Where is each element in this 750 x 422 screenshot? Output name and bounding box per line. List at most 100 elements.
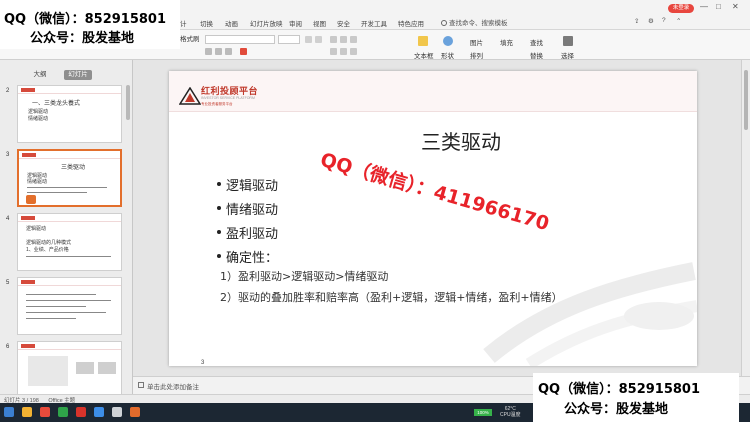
canvas-scroll-thumb[interactable] [744, 70, 748, 130]
menu-item-animation[interactable]: 动画 [225, 18, 238, 28]
numbering-icon[interactable] [340, 36, 347, 43]
grow-font-icon[interactable] [305, 36, 312, 43]
app-icon[interactable] [112, 407, 122, 417]
menu-item-slideshow[interactable]: 幻灯片放映 [250, 18, 283, 28]
thumb-line-bar [26, 318, 76, 319]
shrink-font-icon[interactable] [315, 36, 322, 43]
slide-editing-canvas: 红利投顾平台 INVESTOR SERVICE PLATFORM 专业投资者服务… [133, 60, 741, 376]
textbox-icon[interactable] [418, 36, 428, 46]
file-explorer-icon[interactable] [22, 407, 32, 417]
help-icon[interactable]: ? [662, 17, 666, 24]
menu-item-transition[interactable]: 切换 [200, 18, 213, 28]
outline-tab-bar: 大纲 幻灯片 [0, 68, 133, 82]
bullet-dot-icon [217, 182, 221, 186]
command-search-label: 查找命令、搜索模板 [449, 20, 508, 27]
thumb-logo [21, 216, 35, 220]
bullet-text: 盈利驱动 [226, 227, 279, 242]
battery-indicator: 100% [474, 409, 492, 416]
bullets-icon[interactable] [330, 36, 337, 43]
thumb-line-bar [27, 192, 87, 193]
slide-title: 三类驱动 [421, 130, 501, 154]
thumb-image [76, 362, 94, 374]
select-icon[interactable] [563, 36, 573, 46]
arrange-button[interactable]: 排列 [470, 50, 483, 60]
bullet-dot-icon [217, 230, 221, 234]
thumb-logo [21, 344, 35, 348]
wechat-icon[interactable] [58, 407, 68, 417]
thumb-title: 逻辑驱动 [26, 226, 47, 232]
cpu-temperature-label: CPU温度 [500, 412, 521, 418]
menu-item-features[interactable]: 特色应用 [398, 18, 424, 28]
app-icon[interactable] [76, 407, 86, 417]
thumb-header [18, 342, 121, 350]
align-center-icon[interactable] [340, 48, 347, 55]
thumb-number: 5 [6, 280, 10, 286]
collapse-ribbon-icon[interactable]: ⌃ [676, 17, 681, 25]
underline-icon[interactable] [225, 48, 232, 55]
thumb-line-bar [26, 256, 111, 257]
contact-account-line: 公众号：股发基地 [30, 31, 135, 46]
wps-presentation-window: 计 切换 动画 幻灯片放映 审阅 视图 安全 开发工具 特色应用 查找命令、搜索… [0, 0, 750, 422]
font-color-icon[interactable] [240, 48, 247, 55]
menu-item-design[interactable]: 计 [180, 18, 187, 28]
slide-thumbnail-6[interactable] [17, 341, 122, 399]
shape-icon[interactable] [443, 36, 453, 46]
slide-thumbnail-4[interactable]: 逻辑驱动 逻辑驱动的几种模式 1、业绩、产品价格 [17, 213, 122, 271]
app-icon[interactable] [130, 407, 140, 417]
slide-header-divider [169, 111, 697, 112]
italic-icon[interactable] [215, 48, 222, 55]
replace-button[interactable]: 替换 [530, 50, 543, 60]
tab-outline[interactable]: 大纲 [28, 70, 52, 80]
font-name-select[interactable] [205, 35, 275, 44]
bullet-dot-icon [217, 254, 221, 258]
bullet-item: 逻辑驱动 [217, 175, 278, 194]
login-button[interactable]: 未登录 [668, 4, 694, 13]
textbox-button[interactable]: 文本框 [414, 50, 434, 60]
indent-icon[interactable] [350, 36, 357, 43]
format-painter-button[interactable]: 格式刷 [180, 33, 200, 43]
sub-point: 1）盈利驱动>逻辑驱动>情绪驱动 [220, 270, 389, 283]
select-button[interactable]: 选择 [561, 50, 574, 60]
browser-icon[interactable] [94, 407, 104, 417]
close-icon[interactable]: ✕ [732, 2, 739, 11]
image-button[interactable]: 图片 [470, 37, 483, 47]
bullet-text: 确定性： [226, 251, 279, 266]
tab-slides[interactable]: 幻灯片 [64, 70, 92, 80]
thumbnail-scrollbar[interactable] [126, 85, 130, 120]
menu-item-review[interactable]: 审阅 [289, 18, 302, 28]
thumb-line: 逻辑驱动的几种模式 [26, 240, 72, 246]
align-left-icon[interactable] [330, 48, 337, 55]
find-button[interactable]: 查找 [530, 37, 543, 47]
fill-button[interactable]: 填充 [500, 37, 513, 47]
thumb-line-bar [26, 294, 96, 295]
command-search[interactable]: 查找命令、搜索模板 [441, 17, 508, 27]
menu-item-view[interactable]: 视图 [313, 18, 326, 28]
play-icon[interactable] [26, 195, 36, 204]
bold-icon[interactable] [205, 48, 212, 55]
slide-thumbnail-2[interactable]: 一、三类龙头養式 逻辑驱动 情绪驱动 [17, 85, 122, 143]
brand-logo: 红利投顾平台 INVESTOR SERVICE PLATFORM 专业投资者服务… [179, 83, 269, 111]
notes-placeholder[interactable]: 单击此处添加备注 [147, 381, 199, 391]
minimize-icon[interactable]: — [700, 2, 708, 11]
maximize-icon[interactable]: □ [716, 2, 721, 11]
settings-icon[interactable]: ⚙ [648, 17, 654, 25]
slide-thumbnail-5[interactable] [17, 277, 122, 335]
wps-icon[interactable] [40, 407, 50, 417]
bullet-item: 确定性： [217, 247, 278, 266]
shape-button[interactable]: 形状 [441, 50, 454, 60]
thumb-line-bar [26, 306, 86, 307]
share-icon[interactable]: ⇪ [634, 17, 639, 25]
font-size-select[interactable] [278, 35, 300, 44]
menu-item-developer[interactable]: 开发工具 [361, 18, 387, 28]
thumb-line: 1、业绩、产品价格 [26, 247, 69, 253]
thumb-line: 情绪驱动 [27, 179, 48, 185]
canvas-scrollbar[interactable] [741, 60, 750, 376]
start-icon[interactable] [4, 407, 14, 417]
current-slide[interactable]: 红利投顾平台 INVESTOR SERVICE PLATFORM 专业投资者服务… [169, 71, 697, 366]
thumb-line: 情绪驱动 [28, 116, 49, 122]
decorative-background-swirl [483, 262, 697, 366]
menu-item-security[interactable]: 安全 [337, 18, 350, 28]
slide-thumbnail-3[interactable]: 三类驱动 逻辑驱动 情绪驱动 [17, 149, 122, 207]
thumb-number: 3 [6, 152, 10, 158]
align-right-icon[interactable] [350, 48, 357, 55]
